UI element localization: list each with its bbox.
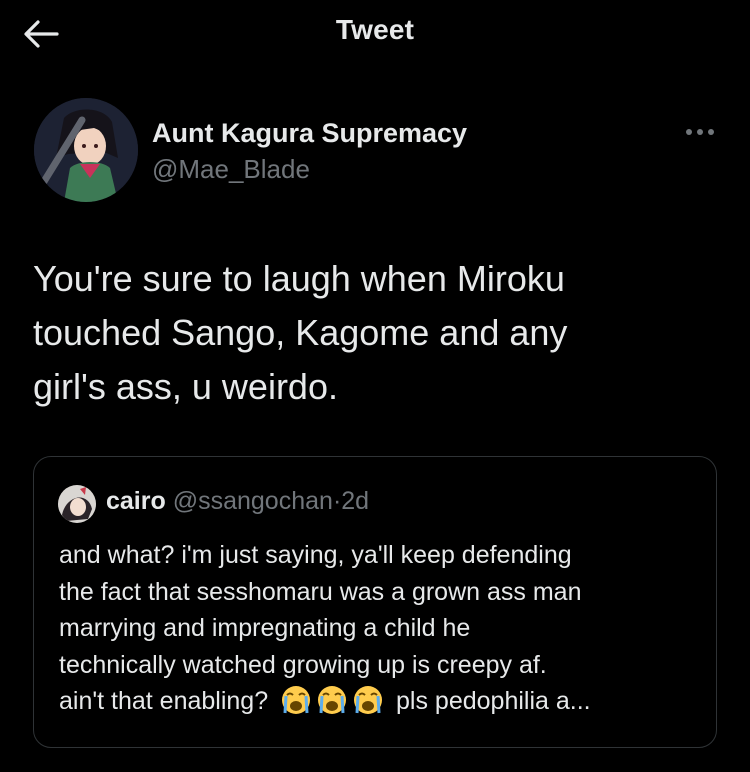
quoted-line: technically watched growing up is creepy… — [59, 650, 547, 679]
author-avatar[interactable] — [34, 98, 138, 202]
quoted-author-handle[interactable]: @ssangochan — [173, 487, 333, 515]
quoted-tweet-card[interactable]: cairo @ssangochan·2d and what? i'm just … — [33, 456, 717, 748]
more-options-button[interactable] — [682, 124, 718, 140]
quoted-line: and what? i'm just saying, ya'll keep de… — [59, 541, 572, 569]
tweet-line: girl's ass, u weirdo. — [33, 366, 338, 407]
loudly-crying-face-icon — [354, 686, 383, 714]
loudly-crying-face-icon — [318, 686, 347, 714]
avatar-image — [34, 98, 138, 202]
tweet-text: You're sure to laugh when Miroku touched… — [33, 252, 723, 414]
quoted-avatar-image — [58, 485, 96, 523]
quoted-tweet-header: cairo @ssangochan·2d — [106, 487, 369, 516]
quoted-line-start: ain't that enabling? — [59, 687, 269, 715]
author-handle[interactable]: @Mae_Blade — [152, 154, 310, 185]
quoted-line-end: pls pedophilia a... — [396, 687, 591, 715]
quoted-tweet-text: and what? i'm just saying, ya'll keep de… — [59, 537, 699, 720]
quoted-author-name[interactable]: cairo — [106, 487, 166, 515]
quoted-line: marrying and impregnating a child he — [59, 614, 471, 642]
tweet-line: You're sure to laugh when Miroku — [33, 258, 565, 299]
top-bar: Tweet — [0, 0, 750, 66]
quoted-timestamp[interactable]: 2d — [341, 487, 369, 515]
quoted-line: the fact that sesshomaru was a grown ass… — [59, 577, 582, 606]
author-name[interactable]: Aunt Kagura Supremacy — [152, 118, 467, 149]
more-options-icon — [686, 129, 714, 135]
tweet-line: touched Sango, Kagome and any — [33, 312, 568, 353]
quoted-author-avatar[interactable] — [58, 485, 96, 523]
page-title: Tweet — [335, 14, 415, 45]
loudly-crying-face-icon — [282, 686, 311, 714]
quoted-line: ain't that enabling? pls pedophilia a... — [59, 683, 699, 720]
